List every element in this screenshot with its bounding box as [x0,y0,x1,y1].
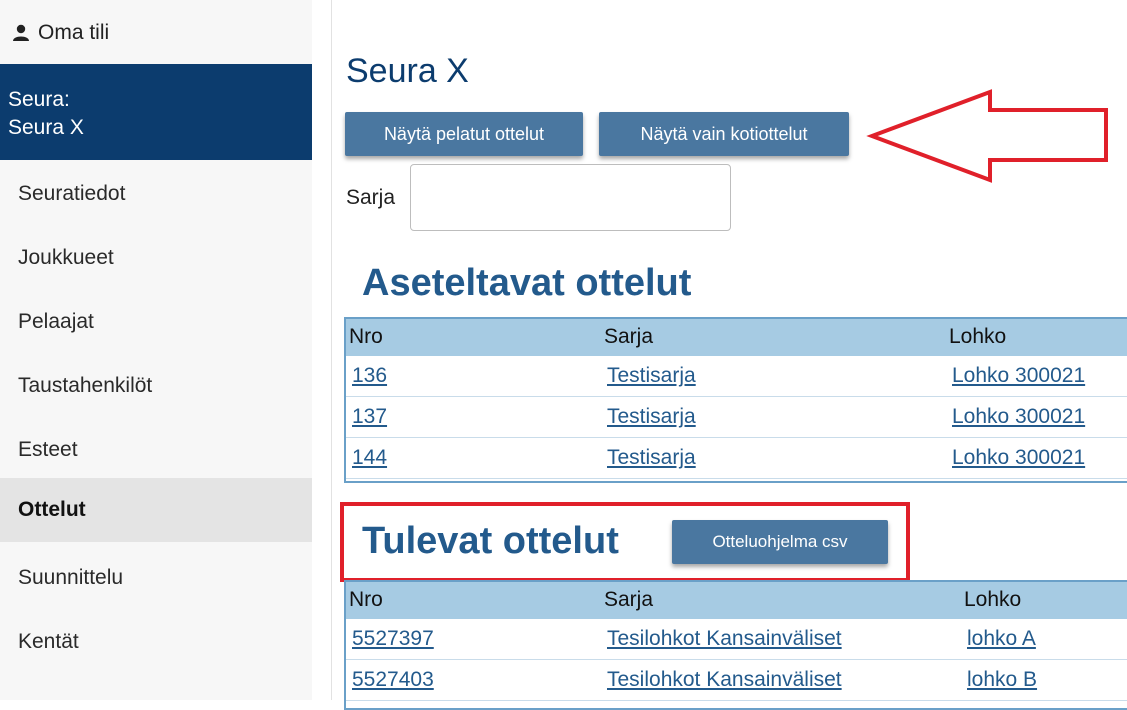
sidebar-item-label: Esteet [18,438,78,461]
series-filter-input[interactable] [410,164,731,231]
sidebar-item-kentat[interactable]: Kentät [0,610,312,674]
sidebar-item-esteet[interactable]: Esteet [0,418,312,482]
sidebar-item-joukkueet[interactable]: Joukkueet [0,226,312,290]
sidebar-item-label: Kentät [18,630,79,653]
person-icon [13,24,29,41]
unassigned-matches-title: Aseteltavat ottelut [362,262,692,304]
sidebar-item-ottelut[interactable]: Ottelut [0,478,312,542]
account-link[interactable]: Oma tili [12,18,109,48]
table-border [344,317,1127,483]
sidebar-item-label: Seuratiedot [18,182,126,205]
account-label: Oma tili [38,21,110,44]
club-selector[interactable]: Seura: Seura X [0,64,312,160]
annotation-highlight-box [340,502,910,582]
sidebar-item-seuratiedot[interactable]: Seuratiedot [0,162,312,226]
sidebar-item-label: Suunnittelu [18,566,124,589]
sidebar: Oma tili Seura: Seura X Seuratiedot Jouk… [0,0,312,700]
table-border [344,580,1127,710]
sidebar-divider [331,0,332,700]
show-played-matches-button[interactable]: Näytä pelatut ottelut [345,112,583,156]
club-heading: Seura: [8,88,70,111]
annotation-arrow-icon [866,89,1108,183]
page-title: Seura X [346,52,469,90]
sidebar-item-label: Taustahenkilöt [18,374,153,397]
club-name: Seura X [8,116,84,139]
sidebar-item-taustahenkilot[interactable]: Taustahenkilöt [0,354,312,418]
show-home-matches-only-button[interactable]: Näytä vain kotiottelut [599,112,849,156]
series-filter-label: Sarja [346,186,396,209]
sidebar-item-label: Ottelut [18,498,86,521]
sidebar-item-label: Joukkueet [18,246,114,269]
sidebar-item-suunnittelu[interactable]: Suunnittelu [0,546,312,610]
sidebar-item-pelaajat[interactable]: Pelaajat [0,290,312,354]
sidebar-item-label: Pelaajat [18,310,94,333]
